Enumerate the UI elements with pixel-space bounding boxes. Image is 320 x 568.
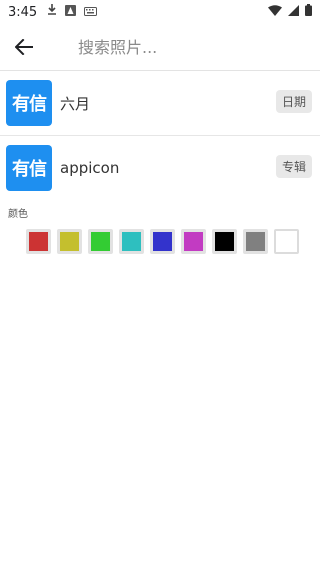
app-bar <box>0 24 320 70</box>
color-swatch[interactable] <box>150 229 175 254</box>
signal-icon <box>288 4 299 20</box>
colors-label: 颜色 <box>8 209 28 220</box>
color-swatch[interactable] <box>88 229 113 254</box>
list-item[interactable]: 有信 appicon 专辑 <box>0 142 320 194</box>
thumbnail-text: 有信 <box>12 94 47 115</box>
color-swatch[interactable] <box>26 229 51 254</box>
type-badge: 专辑 <box>275 155 312 178</box>
status-bar: 3:45 <box>0 0 320 24</box>
app-bar-divider <box>0 70 320 71</box>
item-title: appicon <box>60 159 120 177</box>
color-swatch[interactable] <box>243 229 268 254</box>
row-divider <box>0 135 320 136</box>
search-input[interactable] <box>78 30 298 64</box>
list-item[interactable]: 有信 六月 日期 <box>0 77 320 129</box>
color-swatch[interactable] <box>181 229 206 254</box>
color-swatch[interactable] <box>57 229 82 254</box>
item-title: 六月 <box>60 94 91 113</box>
color-swatches <box>26 229 299 254</box>
thumbnail: 有信 <box>6 80 52 126</box>
wifi-icon <box>268 4 282 20</box>
arrow-back-icon <box>15 39 33 55</box>
color-swatch[interactable] <box>274 229 299 254</box>
color-swatch[interactable] <box>212 229 237 254</box>
battery-icon <box>305 4 312 20</box>
type-badge: 日期 <box>275 90 312 113</box>
download-icon <box>47 4 57 20</box>
status-time: 3:45 <box>8 4 38 20</box>
keyboard-icon <box>84 5 98 20</box>
status-right <box>268 4 312 20</box>
color-swatch[interactable] <box>119 229 144 254</box>
thumbnail-text: 有信 <box>12 159 47 180</box>
thumbnail: 有信 <box>6 145 52 191</box>
back-button[interactable] <box>0 24 48 70</box>
app-icon <box>65 4 77 20</box>
results-list: 有信 六月 日期 有信 appicon 专辑 <box>0 77 320 194</box>
